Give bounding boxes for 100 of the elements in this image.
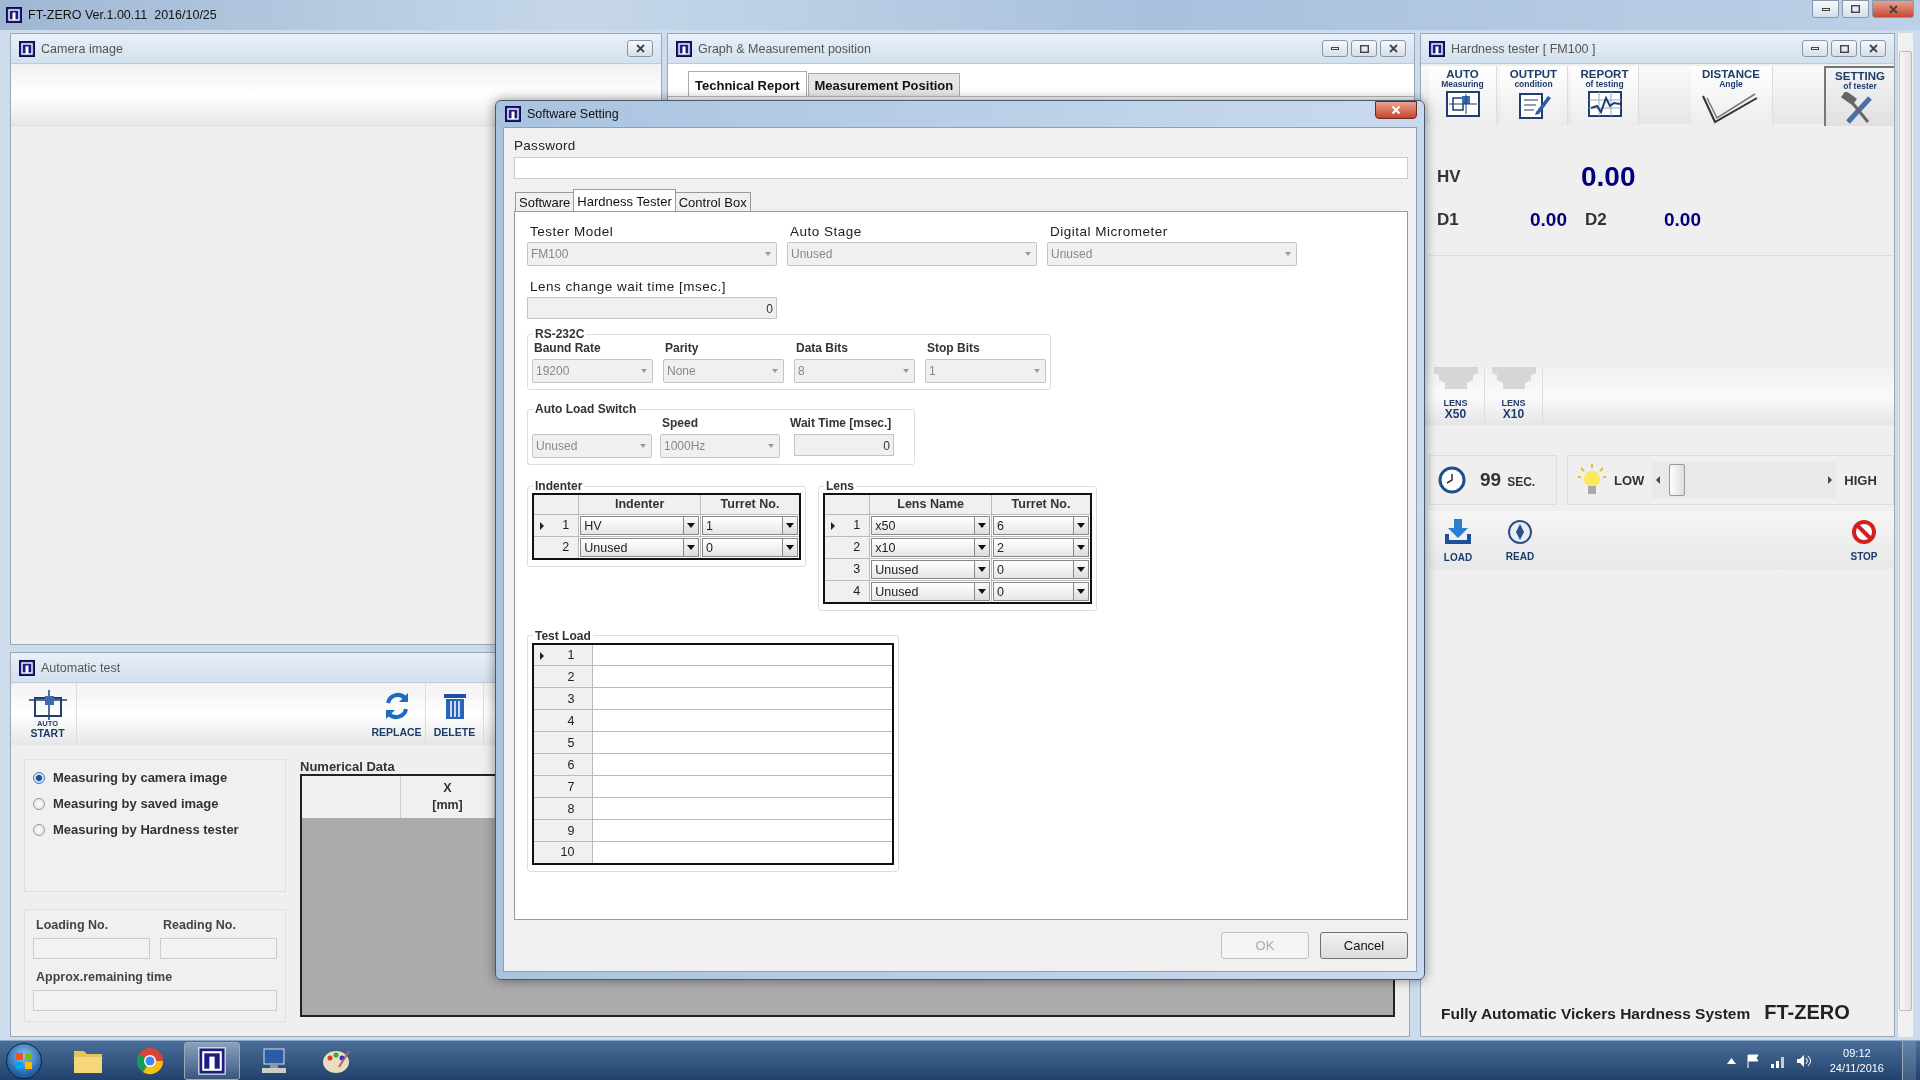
- close-button[interactable]: [1380, 40, 1406, 57]
- table-cell[interactable]: [592, 731, 893, 754]
- panel-title: Automatic test: [41, 660, 121, 675]
- action-button[interactable]: LOAD: [1429, 511, 1487, 569]
- table-dropdown[interactable]: 6: [992, 515, 1089, 535]
- table-dropdown[interactable]: Unused: [871, 581, 990, 601]
- row-number: 2: [853, 540, 861, 554]
- table-cell[interactable]: [592, 841, 893, 864]
- table-cell[interactable]: [592, 643, 893, 666]
- flag-icon[interactable]: [1745, 1053, 1760, 1068]
- group-title: RS-232C: [534, 327, 586, 341]
- field-label: Data Bits: [795, 341, 849, 357]
- toolbar-button[interactable]: AUTO Measuring: [1429, 66, 1497, 126]
- maximize-icon: [1359, 44, 1369, 53]
- table-cell[interactable]: [592, 709, 893, 732]
- toolbar-button[interactable]: DELETE: [426, 683, 484, 745]
- up-arrow-icon[interactable]: [1726, 1057, 1736, 1064]
- table-dropdown[interactable]: 0: [701, 537, 798, 557]
- table-cell[interactable]: [592, 687, 893, 710]
- table-dropdown[interactable]: Unused: [871, 559, 990, 579]
- column-header: Turret No.: [700, 494, 800, 514]
- speaker-icon[interactable]: [1795, 1053, 1812, 1068]
- dialog-button[interactable]: Cancel: [1320, 932, 1408, 959]
- input-field[interactable]: [160, 937, 277, 959]
- start-button[interactable]: [6, 1042, 42, 1079]
- table-cell[interactable]: [592, 819, 893, 842]
- clock-date: 24/11/2016: [1829, 1060, 1884, 1076]
- minimize-button[interactable]: [1322, 40, 1348, 57]
- maximize-icon: [1851, 5, 1860, 13]
- action-button[interactable]: READ: [1491, 511, 1549, 569]
- radio-dot[interactable]: [33, 797, 45, 810]
- table-dropdown[interactable]: x50: [871, 515, 990, 535]
- reading-label: D1: [1437, 210, 1460, 230]
- toolbar-button[interactable]: DISTANCE Angle: [1690, 66, 1773, 126]
- show-desktop-button[interactable]: [1902, 1040, 1916, 1080]
- toolbar-button[interactable]: REPORT of testing: [1571, 66, 1639, 126]
- table-dropdown[interactable]: x10: [871, 537, 990, 557]
- close-button[interactable]: [1860, 40, 1886, 57]
- tab[interactable]: Control Box: [674, 192, 751, 211]
- table-cell[interactable]: [592, 797, 893, 820]
- reading-value: 0.00: [1529, 209, 1568, 231]
- row-number: 6: [567, 757, 575, 772]
- input-field[interactable]: [33, 989, 277, 1011]
- brightness-slider[interactable]: [1652, 462, 1837, 498]
- radio-dot[interactable]: [33, 771, 45, 784]
- table-cell[interactable]: [592, 775, 893, 798]
- tab[interactable]: Technical Report: [688, 71, 807, 96]
- app-icon: [505, 106, 521, 122]
- table-dropdown[interactable]: 2: [992, 537, 1089, 557]
- table-dropdown[interactable]: HV: [580, 515, 699, 535]
- password-field[interactable]: [514, 157, 1408, 179]
- maximize-button[interactable]: [1842, 0, 1869, 18]
- action-button[interactable]: STOP: [1834, 511, 1894, 569]
- target-frame-icon: [1444, 90, 1481, 118]
- table-cell[interactable]: [592, 753, 893, 776]
- close-icon: [635, 44, 645, 53]
- tab[interactable]: Software: [515, 192, 575, 211]
- group-title: Test Load: [534, 628, 592, 643]
- close-button[interactable]: [1872, 0, 1914, 18]
- maximize-button[interactable]: [1831, 40, 1857, 57]
- radio-dot[interactable]: [33, 823, 45, 836]
- radio-button[interactable]: Measuring by saved image: [33, 796, 277, 811]
- minimize-button[interactable]: [1802, 40, 1828, 57]
- table-dropdown[interactable]: Unused: [580, 537, 699, 557]
- row-number: 3: [853, 562, 861, 576]
- maximize-button[interactable]: [1351, 40, 1377, 57]
- row-number: 4: [853, 584, 861, 598]
- panel-title: Hardness tester [ FM100 ]: [1451, 41, 1596, 56]
- slider-thumb[interactable]: [1669, 464, 1686, 496]
- table-cell[interactable]: [592, 665, 893, 688]
- app-icon: [6, 7, 22, 23]
- close-button[interactable]: [627, 40, 653, 57]
- clock[interactable]: 09:12 24/11/2016: [1829, 1045, 1884, 1076]
- scrollbar[interactable]: [1899, 51, 1912, 1011]
- lens-button[interactable]: LENS X10: [1485, 367, 1543, 425]
- field-label: Reading No.: [162, 918, 237, 934]
- radio-button[interactable]: Measuring by camera image: [33, 770, 277, 785]
- tab[interactable]: Hardness Tester: [573, 189, 676, 211]
- diamond-target-icon: [1507, 518, 1533, 545]
- toolbar-button[interactable]: REPLACE: [368, 683, 426, 745]
- table-dropdown[interactable]: 0: [992, 581, 1089, 601]
- toolbar-button[interactable]: SETTING of tester: [1824, 66, 1894, 126]
- table-dropdown[interactable]: 0: [992, 559, 1089, 579]
- tab[interactable]: Measurement Position: [807, 73, 961, 96]
- row-number: 1: [567, 647, 575, 662]
- close-icon: [1868, 44, 1878, 53]
- lens-button[interactable]: LENS X50: [1427, 367, 1485, 425]
- reading-label: HV: [1437, 167, 1462, 187]
- column-header: Lens Name: [869, 494, 992, 514]
- close-button[interactable]: [1375, 101, 1417, 119]
- input-field[interactable]: [33, 937, 150, 959]
- minimize-button[interactable]: [1812, 0, 1839, 18]
- taskbar-button[interactable]: [184, 1041, 240, 1080]
- table-dropdown[interactable]: 1: [701, 515, 798, 535]
- app-icon: [676, 40, 692, 57]
- toolbar-button[interactable]: OUTPUT condition: [1500, 66, 1568, 126]
- radio-button[interactable]: Measuring by Hardness tester: [33, 822, 277, 837]
- field-label: Digital Micrometer: [1049, 224, 1169, 240]
- clock-time: 09:12: [1843, 1045, 1871, 1061]
- lens-icon: [1491, 367, 1536, 389]
